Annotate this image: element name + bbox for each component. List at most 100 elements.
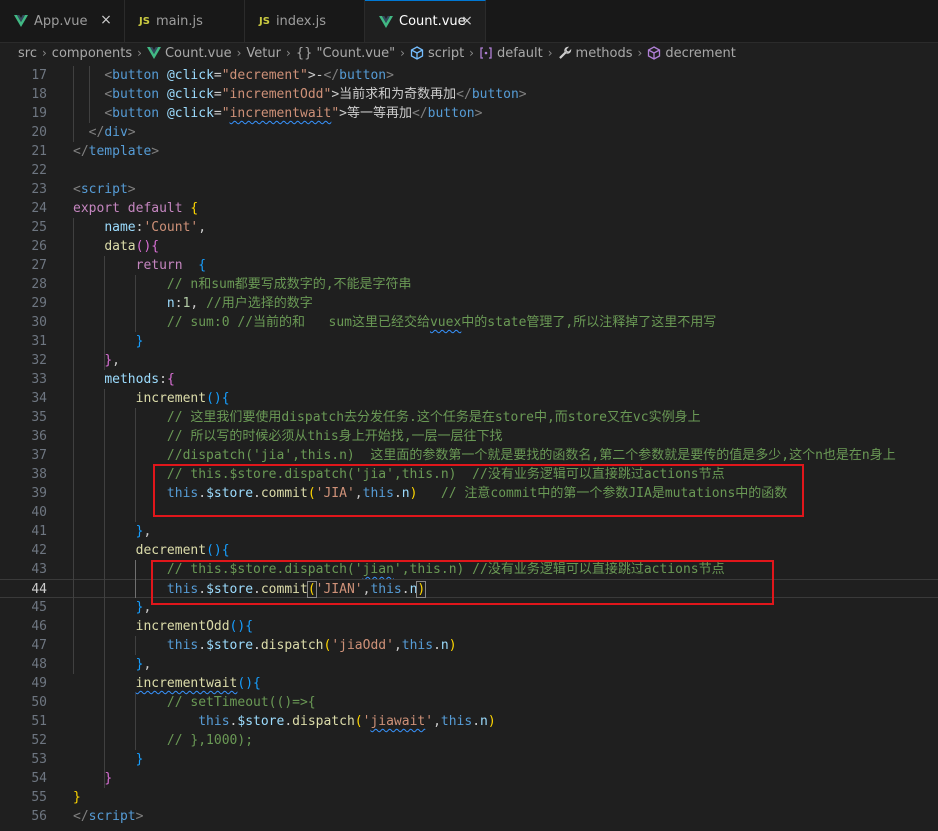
code-text: <script> — [73, 180, 136, 199]
breadcrumb-methods[interactable]: methods — [576, 46, 633, 61]
breadcrumb-vetur[interactable]: Vetur — [246, 46, 281, 61]
chevron-right-icon: › — [469, 46, 474, 60]
code-line[interactable]: 49 incrementwait(){ — [0, 674, 938, 693]
tab-index-js[interactable]: JS index.js — [245, 0, 365, 42]
code-text: data(){ — [73, 237, 159, 256]
code-token: ' — [425, 714, 434, 729]
code-line[interactable]: 20 </div> — [0, 123, 938, 142]
code-token: </ — [88, 125, 105, 140]
code-token: { — [190, 201, 199, 216]
code-line[interactable]: 37 //dispatch('jia',this.n) 这里面的参数第一个就是要… — [0, 446, 938, 465]
close-icon[interactable]: × — [459, 13, 475, 29]
code-line[interactable]: 41 }, — [0, 522, 938, 541]
code-token: } — [135, 752, 144, 767]
code-token: . — [472, 714, 481, 729]
code-line[interactable]: 55} — [0, 788, 938, 807]
code-line[interactable]: 50 // setTimeout(()=>{ — [0, 693, 938, 712]
code-line[interactable]: 52 // },1000); — [0, 731, 938, 750]
tab-app-vue[interactable]: App.vue × — [0, 0, 125, 42]
breadcrumb-file[interactable]: Count.vue — [165, 46, 232, 61]
code-line[interactable]: 48 }, — [0, 655, 938, 674]
code-token: button — [112, 106, 160, 121]
code-line[interactable]: 18 <button @click="incrementOdd">当前求和为奇数… — [0, 85, 938, 104]
code-line[interactable]: 28 // n和sum都要写成数字的,不能是字符串 — [0, 275, 938, 294]
code-token: ) — [487, 714, 496, 729]
code-token: = — [213, 68, 222, 83]
line-number: 28 — [31, 277, 47, 292]
code-line[interactable]: 29 n:1, //用户选择的数字 — [0, 294, 938, 313]
annotation-highlight-box — [151, 560, 774, 605]
code-text: // setTimeout(()=>{ — [73, 693, 316, 712]
code-line[interactable]: 42 decrement(){ — [0, 541, 938, 560]
code-line[interactable]: 26 data(){ — [0, 237, 938, 256]
code-line[interactable]: 30 // sum:0 //当前的和 sum这里已经交给vuex中的state管… — [0, 313, 938, 332]
code-line[interactable]: 24 export default { — [0, 199, 938, 218]
code-token: data — [104, 239, 136, 254]
breadcrumb-src[interactable]: src — [18, 46, 37, 61]
code-token: ( — [354, 714, 363, 729]
code-token: 中的state管理了,所以注释掉了这里不用写 — [461, 315, 717, 330]
code-line[interactable]: 34 increment(){ — [0, 389, 938, 408]
code-line[interactable]: 46 incrementOdd(){ — [0, 617, 938, 636]
code-line[interactable]: 22 — [0, 161, 938, 180]
code-text: }, — [73, 522, 152, 541]
code-token: dispatch — [292, 714, 355, 729]
code-line[interactable]: 21 </template> — [0, 142, 938, 161]
breadcrumb-script[interactable]: script — [428, 46, 464, 61]
code-editor[interactable]: 17 <button @click="decrement">-</button>… — [0, 66, 938, 831]
code-line[interactable]: 25 name:'Count', — [0, 218, 938, 237]
code-token: , — [143, 524, 152, 539]
code-token: // setTimeout(()=>{ — [166, 695, 316, 710]
code-line[interactable]: 36 // 所以写的时候必须从this身上开始找,一层一层往下找 — [0, 427, 938, 446]
code-line[interactable]: 54 } — [0, 769, 938, 788]
code-line[interactable]: 35 // 这里我们要使用dispatch去分发任务.这个任务是在store中,… — [0, 408, 938, 427]
code-token: template — [88, 144, 152, 159]
code-line[interactable]: 53 } — [0, 750, 938, 769]
breadcrumb-decrement[interactable]: decrement — [665, 46, 735, 61]
code-text: incrementOdd(){ — [73, 617, 253, 636]
code-line[interactable]: 17 <button @click="decrement">-</button> — [0, 66, 938, 85]
tab-count-vue[interactable]: Count.vue × — [365, 0, 486, 42]
close-icon[interactable]: × — [98, 12, 114, 28]
code-token: div — [104, 125, 128, 140]
code-line[interactable]: 33 methods:{ — [0, 370, 938, 389]
code-token: </ — [73, 144, 89, 159]
code-token: < — [104, 87, 113, 102]
code-text: export default { — [73, 199, 198, 218]
line-number: 35 — [31, 410, 47, 425]
code-token: > — [331, 87, 340, 102]
code-line[interactable]: 32 }, — [0, 351, 938, 370]
vue-icon — [14, 15, 28, 27]
line-number: 22 — [31, 163, 47, 178]
line-number: 33 — [31, 372, 47, 387]
code-token: < — [73, 182, 81, 197]
breadcrumb-module[interactable]: {} "Count.vue" — [296, 46, 395, 61]
code-line[interactable]: 27 return { — [0, 256, 938, 275]
code-token: > — [135, 809, 144, 824]
code-line[interactable]: 47 this.$store.dispatch('jiaOdd',this.n) — [0, 636, 938, 655]
code-token: vuex — [429, 315, 462, 330]
method-cube-icon — [647, 46, 661, 60]
breadcrumb-default[interactable]: default — [497, 46, 543, 61]
code-text: //dispatch('jia',this.n) 这里面的参数第一个就是要找的函… — [73, 446, 896, 465]
code-line[interactable]: 51 this.$store.dispatch('jiawait',this.n… — [0, 712, 938, 731]
code-line[interactable]: 23 <script> — [0, 180, 938, 199]
tab-main-js[interactable]: JS main.js — [125, 0, 245, 42]
code-token: dispatch — [260, 638, 324, 653]
chevron-right-icon: › — [637, 46, 643, 60]
breadcrumb-components[interactable]: components — [52, 46, 132, 61]
code-token: script — [80, 182, 128, 197]
code-line[interactable]: 56 </script> — [0, 807, 938, 826]
code-token: this — [440, 714, 473, 729]
code-line[interactable]: 31 } — [0, 332, 938, 351]
code-line[interactable]: 19 <button @click="incrementwait">等一等再加<… — [0, 104, 938, 123]
line-number: 52 — [31, 733, 47, 748]
js-icon: JS — [259, 15, 270, 27]
wrench-icon — [558, 46, 572, 60]
